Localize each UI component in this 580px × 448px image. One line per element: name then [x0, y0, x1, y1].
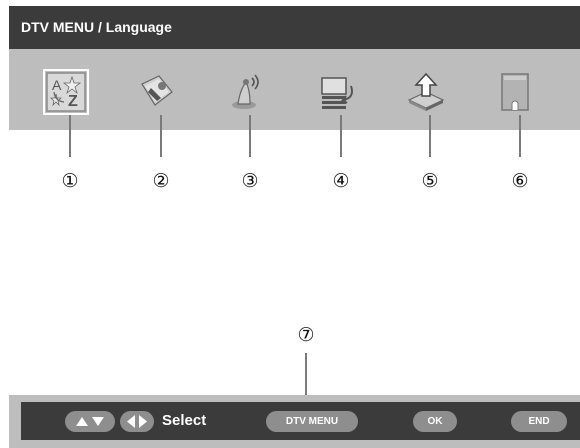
- callout-6-label: ⑥: [511, 171, 529, 192]
- callout-2-label: ②: [152, 171, 170, 192]
- leader-line-4: [340, 115, 342, 157]
- left-right-arrows-icon[interactable]: [120, 411, 154, 432]
- callout-5-label: ⑤: [421, 171, 439, 192]
- callout-6: ⑥: [505, 167, 535, 197]
- leader-line-3: [249, 115, 251, 157]
- menu-icon-row: A Z: [9, 50, 580, 130]
- callout-7: ⑦: [291, 321, 321, 351]
- callout-3: ③: [235, 167, 265, 197]
- setup-tools-icon[interactable]: [137, 72, 177, 112]
- leader-line-5: [429, 115, 431, 157]
- leader-line-1: [69, 115, 71, 157]
- callout-1-label: ①: [61, 171, 79, 192]
- callout-5: ⑤: [415, 167, 445, 197]
- language-az-icon[interactable]: A Z: [43, 69, 89, 115]
- callout-3-label: ③: [241, 171, 259, 192]
- button-guide-bar: Select DTV MENU OK END: [21, 402, 580, 440]
- callout-7-label: ⑦: [297, 325, 315, 346]
- button-guide-panel: Select DTV MENU OK END: [9, 395, 580, 448]
- callout-2: ②: [146, 167, 176, 197]
- up-down-arrows-icon[interactable]: [65, 411, 115, 432]
- dtv-menu-button[interactable]: DTV MENU: [266, 411, 358, 432]
- menu-title: DTV MENU / Language: [9, 6, 580, 49]
- end-button[interactable]: END: [511, 411, 567, 432]
- software-upgrade-icon[interactable]: [406, 72, 446, 112]
- svg-text:A: A: [52, 77, 62, 93]
- leader-line-2: [160, 115, 162, 157]
- select-label: Select: [162, 412, 207, 429]
- leader-line-7: [305, 353, 307, 395]
- card-slot-icon[interactable]: [496, 72, 536, 112]
- callout-4: ④: [326, 167, 356, 197]
- svg-text:Z: Z: [68, 93, 78, 110]
- screen-settings-icon[interactable]: [317, 72, 357, 112]
- dtv-menu-panel: DTV MENU / Language A Z: [9, 6, 580, 130]
- antenna-signal-icon[interactable]: [226, 72, 266, 112]
- ok-button[interactable]: OK: [413, 411, 457, 432]
- leader-line-6: [519, 115, 521, 157]
- callout-4-label: ④: [332, 171, 350, 192]
- callout-1: ①: [55, 167, 85, 197]
